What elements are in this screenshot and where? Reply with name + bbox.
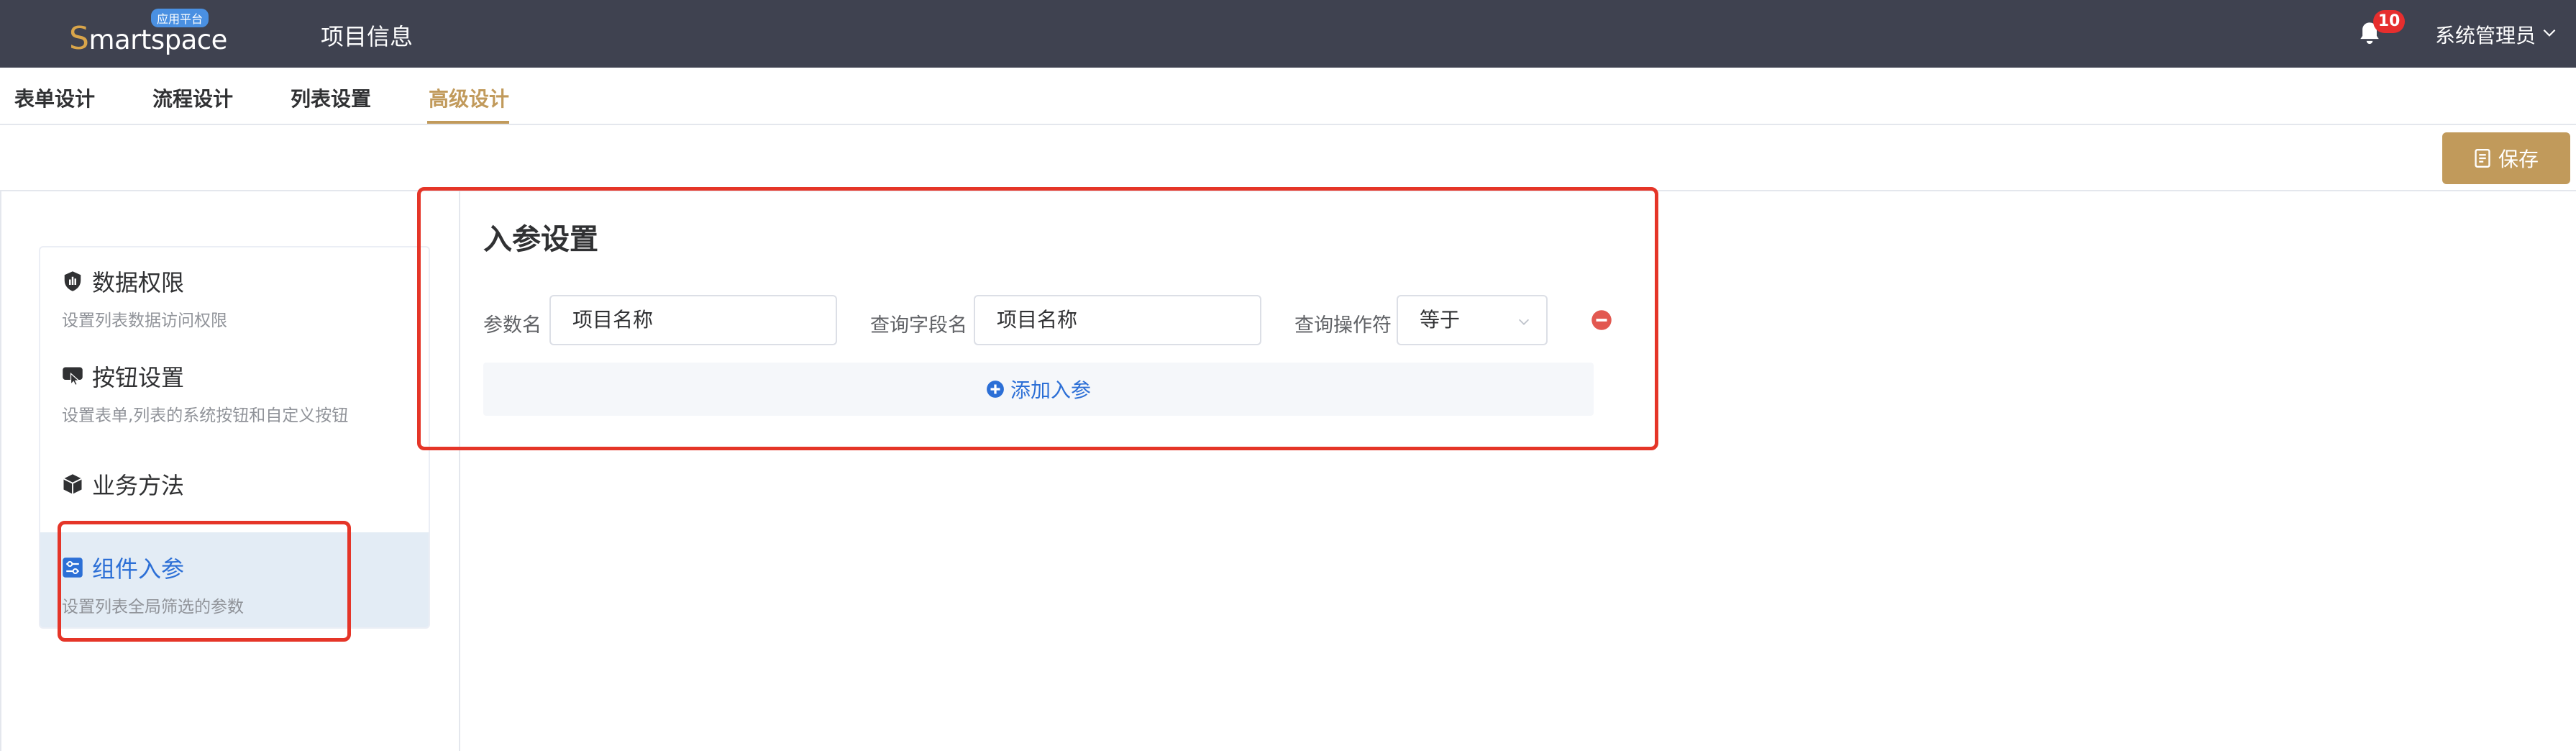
notification-count-badge[interactable]: 10 <box>2373 10 2405 33</box>
tab-list-settings[interactable]: 列表设置 <box>291 83 371 112</box>
toolbar: 保存 <box>0 125 2576 191</box>
document-icon <box>2475 149 2490 168</box>
menu-item-desc: 设置表单,列表的系统按钮和自定义按钮 <box>62 406 349 425</box>
logo-letters: martspace <box>88 24 227 55</box>
tab-advanced-design[interactable]: 高级设计 <box>429 83 509 112</box>
menu-item-title: 数据权限 <box>92 269 185 296</box>
param-name-label: 参数名 <box>483 314 542 337</box>
param-row: 参数名 项目名称 查询字段名 项目名称 查询操作符 等于 <box>483 295 1677 347</box>
query-operator-select[interactable]: 等于 <box>1397 295 1548 345</box>
sliders-icon <box>63 557 83 578</box>
tab-form-design[interactable]: 表单设计 <box>14 83 95 112</box>
menu-item-button-settings[interactable]: 按钮设置 设置表单,列表的系统按钮和自定义按钮 <box>40 360 429 446</box>
design-tabs: 表单设计 流程设计 列表设置 高级设计 <box>0 68 2576 125</box>
save-button[interactable]: 保存 <box>2442 132 2570 184</box>
menu-item-business-methods[interactable]: 业务方法 <box>40 468 429 540</box>
top-header-bar: Smartspace 应用平台 项目信息 10 系统管理员 <box>0 0 2576 68</box>
query-field-label: 查询字段名 <box>870 314 967 337</box>
click-icon <box>63 367 83 386</box>
query-field-input[interactable]: 项目名称 <box>974 295 1261 345</box>
menu-item-desc: 设置列表数据访问权限 <box>62 311 227 330</box>
settings-sidebar: 数据权限 设置列表数据访问权限 按钮设置 设置表单,列表的系统按钮和自定义按钮 <box>0 191 460 751</box>
logo-badge: 应用平台 <box>151 9 209 27</box>
menu-item-title: 组件入参 <box>92 555 185 583</box>
active-tab-underline <box>427 121 509 124</box>
menu-item-title: 按钮设置 <box>92 364 185 391</box>
menu-item-component-params[interactable]: 组件入参 设置列表全局筛选的参数 <box>40 532 429 627</box>
param-name-input[interactable]: 项目名称 <box>549 295 837 345</box>
add-param-label: 添加入参 <box>1010 378 1091 402</box>
user-menu-name[interactable]: 系统管理员 <box>2435 20 2536 49</box>
remove-param-icon[interactable] <box>1591 309 1612 331</box>
param-settings-panel: 入参设置 参数名 项目名称 查询字段名 项目名称 查询操作符 等于 添加入参 <box>462 191 2576 751</box>
chevron-down-icon[interactable] <box>2540 23 2559 42</box>
query-operator-label: 查询操作符 <box>1294 314 1392 337</box>
logo-letter-s: S <box>69 20 89 57</box>
query-operator-value: 等于 <box>1420 308 1461 332</box>
tab-flow-design[interactable]: 流程设计 <box>152 83 233 112</box>
plus-circle-icon <box>987 381 1004 398</box>
chevron-down-icon <box>1518 319 1530 325</box>
panel-title: 入参设置 <box>483 223 598 256</box>
settings-menu: 数据权限 设置列表数据访问权限 按钮设置 设置表单,列表的系统按钮和自定义按钮 <box>39 246 430 629</box>
menu-item-desc: 设置列表全局筛选的参数 <box>62 598 244 616</box>
add-param-button[interactable]: 添加入参 <box>483 363 1594 416</box>
menu-item-data-permission[interactable]: 数据权限 设置列表数据访问权限 <box>40 265 429 351</box>
cube-icon <box>63 474 82 494</box>
save-button-label: 保存 <box>2498 147 2539 171</box>
main-area: 数据权限 设置列表数据访问权限 按钮设置 设置表单,列表的系统按钮和自定义按钮 <box>0 191 2576 751</box>
app-title: 项目信息 <box>321 23 414 50</box>
menu-item-title: 业务方法 <box>92 472 185 499</box>
shield-chart-icon <box>64 271 81 291</box>
